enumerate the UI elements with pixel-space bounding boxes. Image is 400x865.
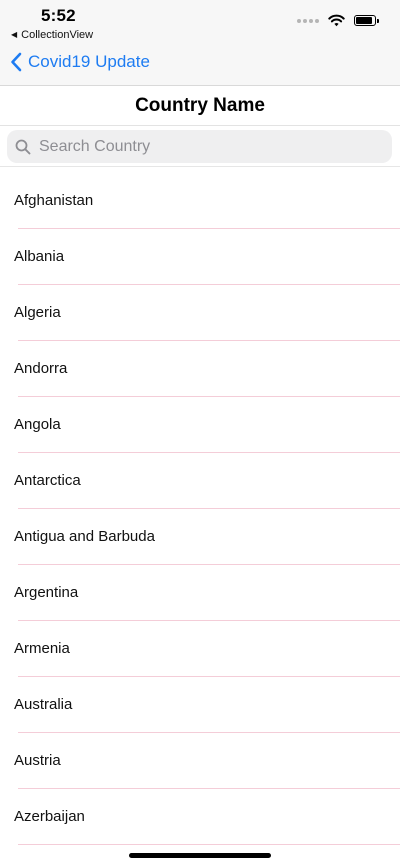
country-name: Antigua and Barbuda — [14, 528, 155, 545]
left-triangle-icon: ◀ — [11, 30, 18, 39]
list-item[interactable]: Australia — [0, 677, 400, 733]
screen: 5:52 ◀ CollectionView Covid19 Update Cou… — [0, 0, 400, 865]
list-item[interactable]: Algeria — [0, 285, 400, 341]
back-button-label: Covid19 Update — [28, 52, 150, 71]
list-item[interactable]: Antigua and Barbuda — [0, 509, 400, 565]
status-icons — [297, 14, 379, 27]
country-name: Angola — [14, 416, 61, 433]
country-name: Azerbaijan — [14, 808, 85, 825]
country-name: Armenia — [14, 640, 70, 657]
battery-icon — [354, 15, 379, 26]
list-item[interactable]: Antarctica — [0, 453, 400, 509]
title-bar: Country Name — [0, 86, 400, 126]
country-name: Antarctica — [14, 472, 81, 489]
cellular-signal-icon — [297, 18, 319, 23]
list-item[interactable]: Albania — [0, 229, 400, 285]
country-name: Austria — [14, 752, 61, 769]
status-time: 5:52 — [41, 6, 76, 25]
search-icon — [15, 139, 31, 154]
list-item[interactable]: Azerbaijan — [0, 789, 400, 845]
country-name: Andorra — [14, 360, 68, 377]
list-item[interactable]: Afghanistan — [0, 173, 400, 229]
wifi-icon — [328, 14, 345, 27]
chevron-left-icon — [11, 52, 22, 72]
list-item[interactable]: Argentina — [0, 565, 400, 621]
home-indicator[interactable] — [129, 853, 271, 858]
battery-level — [356, 17, 373, 24]
country-name: Afghanistan — [14, 192, 94, 209]
country-name: Argentina — [14, 584, 79, 601]
list-item[interactable]: Angola — [0, 397, 400, 453]
list-item[interactable]: Austria — [0, 733, 400, 789]
list-item[interactable]: Andorra — [0, 341, 400, 397]
search-bar — [0, 126, 400, 167]
row-separator — [18, 844, 400, 845]
back-to-app-label: CollectionView — [21, 29, 94, 41]
back-button[interactable]: Covid19 Update — [10, 52, 150, 72]
top-chrome: 5:52 ◀ CollectionView Covid19 Update — [0, 0, 400, 86]
country-name: Australia — [14, 696, 73, 713]
country-list: Afghanistan Albania Algeria Andorra Angola An… — [0, 173, 400, 845]
country-name: Albania — [14, 248, 65, 265]
page-title: Country Name — [135, 94, 265, 116]
search-field[interactable] — [7, 130, 392, 163]
back-to-app-link[interactable]: ◀ CollectionView — [11, 29, 93, 41]
list-item[interactable]: Armenia — [0, 621, 400, 677]
country-name: Algeria — [14, 304, 61, 321]
search-input[interactable] — [37, 136, 371, 157]
